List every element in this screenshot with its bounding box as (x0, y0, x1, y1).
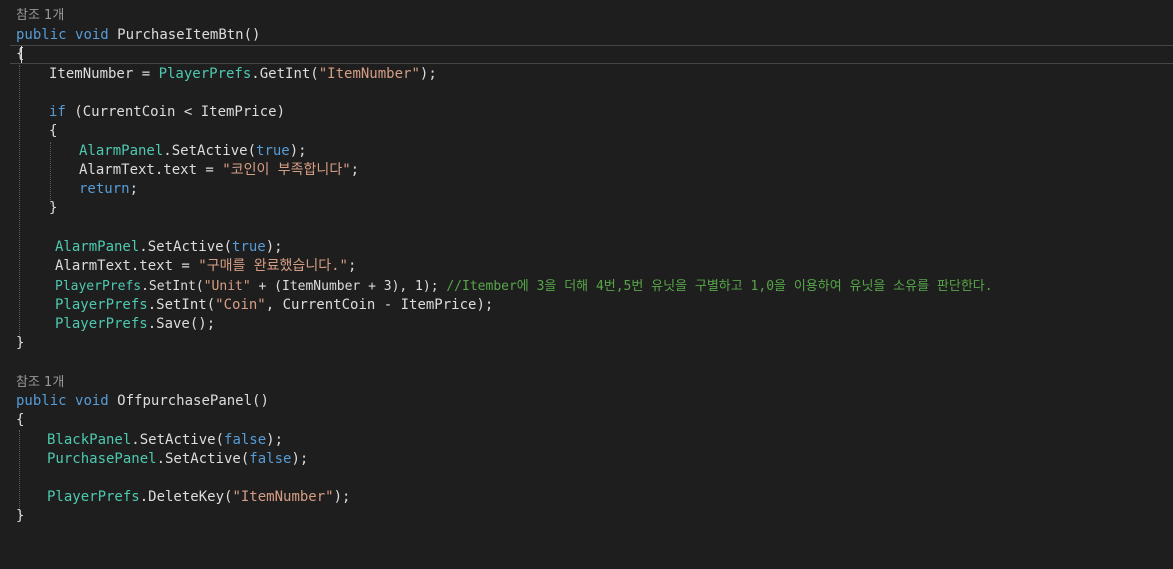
method-signature: public void PurchaseItemBtn() (16, 26, 260, 45)
type-token: PlayerPrefs (47, 489, 140, 505)
comment-token: //Itember에 3을 더해 4번,5번 유닛을 구별하고 1,0을 이용하… (446, 279, 993, 294)
code-token: ); (333, 489, 351, 505)
codelens-label[interactable]: 참조 1개 (16, 375, 64, 390)
code-token: ); (419, 66, 437, 82)
code-token: + (ItemNumber + 3), 1); (250, 279, 447, 294)
code-line: AlarmText.text = "구매를 완료했습니다."; (55, 257, 356, 276)
code-token: ; (347, 258, 357, 274)
current-line-highlight (10, 45, 1173, 64)
codelens-references[interactable]: 참조 1개 (16, 373, 64, 392)
code-token: ItemNumber = (49, 66, 159, 82)
code-token: ; (129, 181, 139, 197)
code-line: PlayerPrefs.SetInt("Unit" + (ItemNumber … (55, 277, 993, 296)
code-line: PlayerPrefs.Save(); (55, 315, 215, 334)
brace: { (16, 412, 25, 428)
code-token: .SetInt( (141, 279, 204, 294)
code-line: AlarmText.text = "코인이 부족합니다"; (79, 161, 359, 180)
keyword-token: true (232, 239, 266, 255)
type-token: PurchasePanel (47, 451, 157, 467)
code-token: .DeleteKey( (139, 489, 233, 505)
code-line: } (49, 199, 57, 218)
code-line: BlackPanel.SetActive(false); (47, 431, 283, 450)
keyword-token: true (256, 143, 290, 159)
code-token: .Save(); (147, 316, 216, 332)
keyword-return: return (79, 181, 130, 197)
type-token: PlayerPrefs (55, 279, 142, 294)
code-line: return; (79, 180, 138, 199)
codelens-label[interactable]: 참조 1개 (16, 8, 64, 23)
keyword-void: void (75, 393, 109, 409)
code-line: { (49, 122, 57, 141)
code-token: ); (289, 143, 307, 159)
keyword-public: public (16, 27, 67, 43)
type-token: BlackPanel (47, 432, 132, 448)
code-token: ); (265, 239, 283, 255)
brace: } (49, 200, 58, 216)
string-token: "ItemNumber" (232, 489, 334, 505)
type-token: PlayerPrefs (158, 66, 252, 82)
type-token: PlayerPrefs (55, 316, 148, 332)
keyword-public: public (16, 393, 67, 409)
string-token: "ItemNumber" (318, 66, 420, 82)
method-name: PurchaseItemBtn() (117, 27, 261, 43)
code-token: .SetInt( (147, 297, 216, 313)
code-editor[interactable]: 참조 1개 public void PurchaseItemBtn() { It… (0, 0, 1173, 569)
string-token: "Unit" (203, 279, 251, 294)
method-signature: public void OffpurchasePanel() (16, 392, 269, 411)
close-brace: } (16, 334, 24, 353)
keyword-if: if (49, 104, 66, 120)
code-line: if (CurrentCoin < ItemPrice) (49, 103, 285, 122)
code-token: .SetActive( (163, 143, 257, 159)
indent-guide (19, 65, 20, 345)
brace: { (16, 46, 25, 62)
code-line: ItemNumber = PlayerPrefs.GetInt("ItemNum… (49, 65, 437, 84)
close-brace: } (16, 507, 24, 526)
code-token: AlarmText.text = (79, 162, 223, 178)
indent-guide (19, 430, 20, 516)
open-brace: { (16, 411, 24, 430)
method-name: OffpurchasePanel() (117, 393, 269, 409)
code-token: .SetActive( (131, 432, 225, 448)
codelens-references[interactable]: 참조 1개 (16, 6, 64, 25)
keyword-void: void (75, 27, 109, 43)
code-token: .SetActive( (156, 451, 250, 467)
code-token: AlarmText.text = (55, 258, 199, 274)
code-token: .GetInt( (251, 66, 319, 82)
code-line: PurchasePanel.SetActive(false); (47, 450, 308, 469)
type-token: PlayerPrefs (55, 297, 148, 313)
keyword-token: false (224, 432, 267, 448)
brace: } (16, 335, 25, 351)
open-brace: { (16, 45, 24, 64)
code-line: AlarmPanel.SetActive(true); (79, 142, 307, 161)
brace: { (49, 123, 58, 139)
string-token: "Coin" (215, 297, 266, 313)
code-line: PlayerPrefs.SetInt("Coin", CurrentCoin -… (55, 296, 493, 315)
code-token: ); (291, 451, 309, 467)
code-line: PlayerPrefs.DeleteKey("ItemNumber"); (47, 488, 350, 507)
code-token: , CurrentCoin - ItemPrice); (265, 297, 494, 313)
brace: } (16, 508, 25, 524)
string-token: "구매를 완료했습니다." (198, 258, 348, 274)
string-token: "코인이 부족합니다" (222, 162, 351, 178)
type-token: AlarmPanel (79, 143, 164, 159)
code-line: AlarmPanel.SetActive(true); (55, 238, 283, 257)
indent-guide (50, 142, 51, 204)
code-token: .SetActive( (139, 239, 233, 255)
keyword-token: false (249, 451, 292, 467)
code-token: ); (266, 432, 284, 448)
code-token: ; (350, 162, 360, 178)
type-token: AlarmPanel (55, 239, 140, 255)
code-token: (CurrentCoin < ItemPrice) (65, 104, 286, 120)
